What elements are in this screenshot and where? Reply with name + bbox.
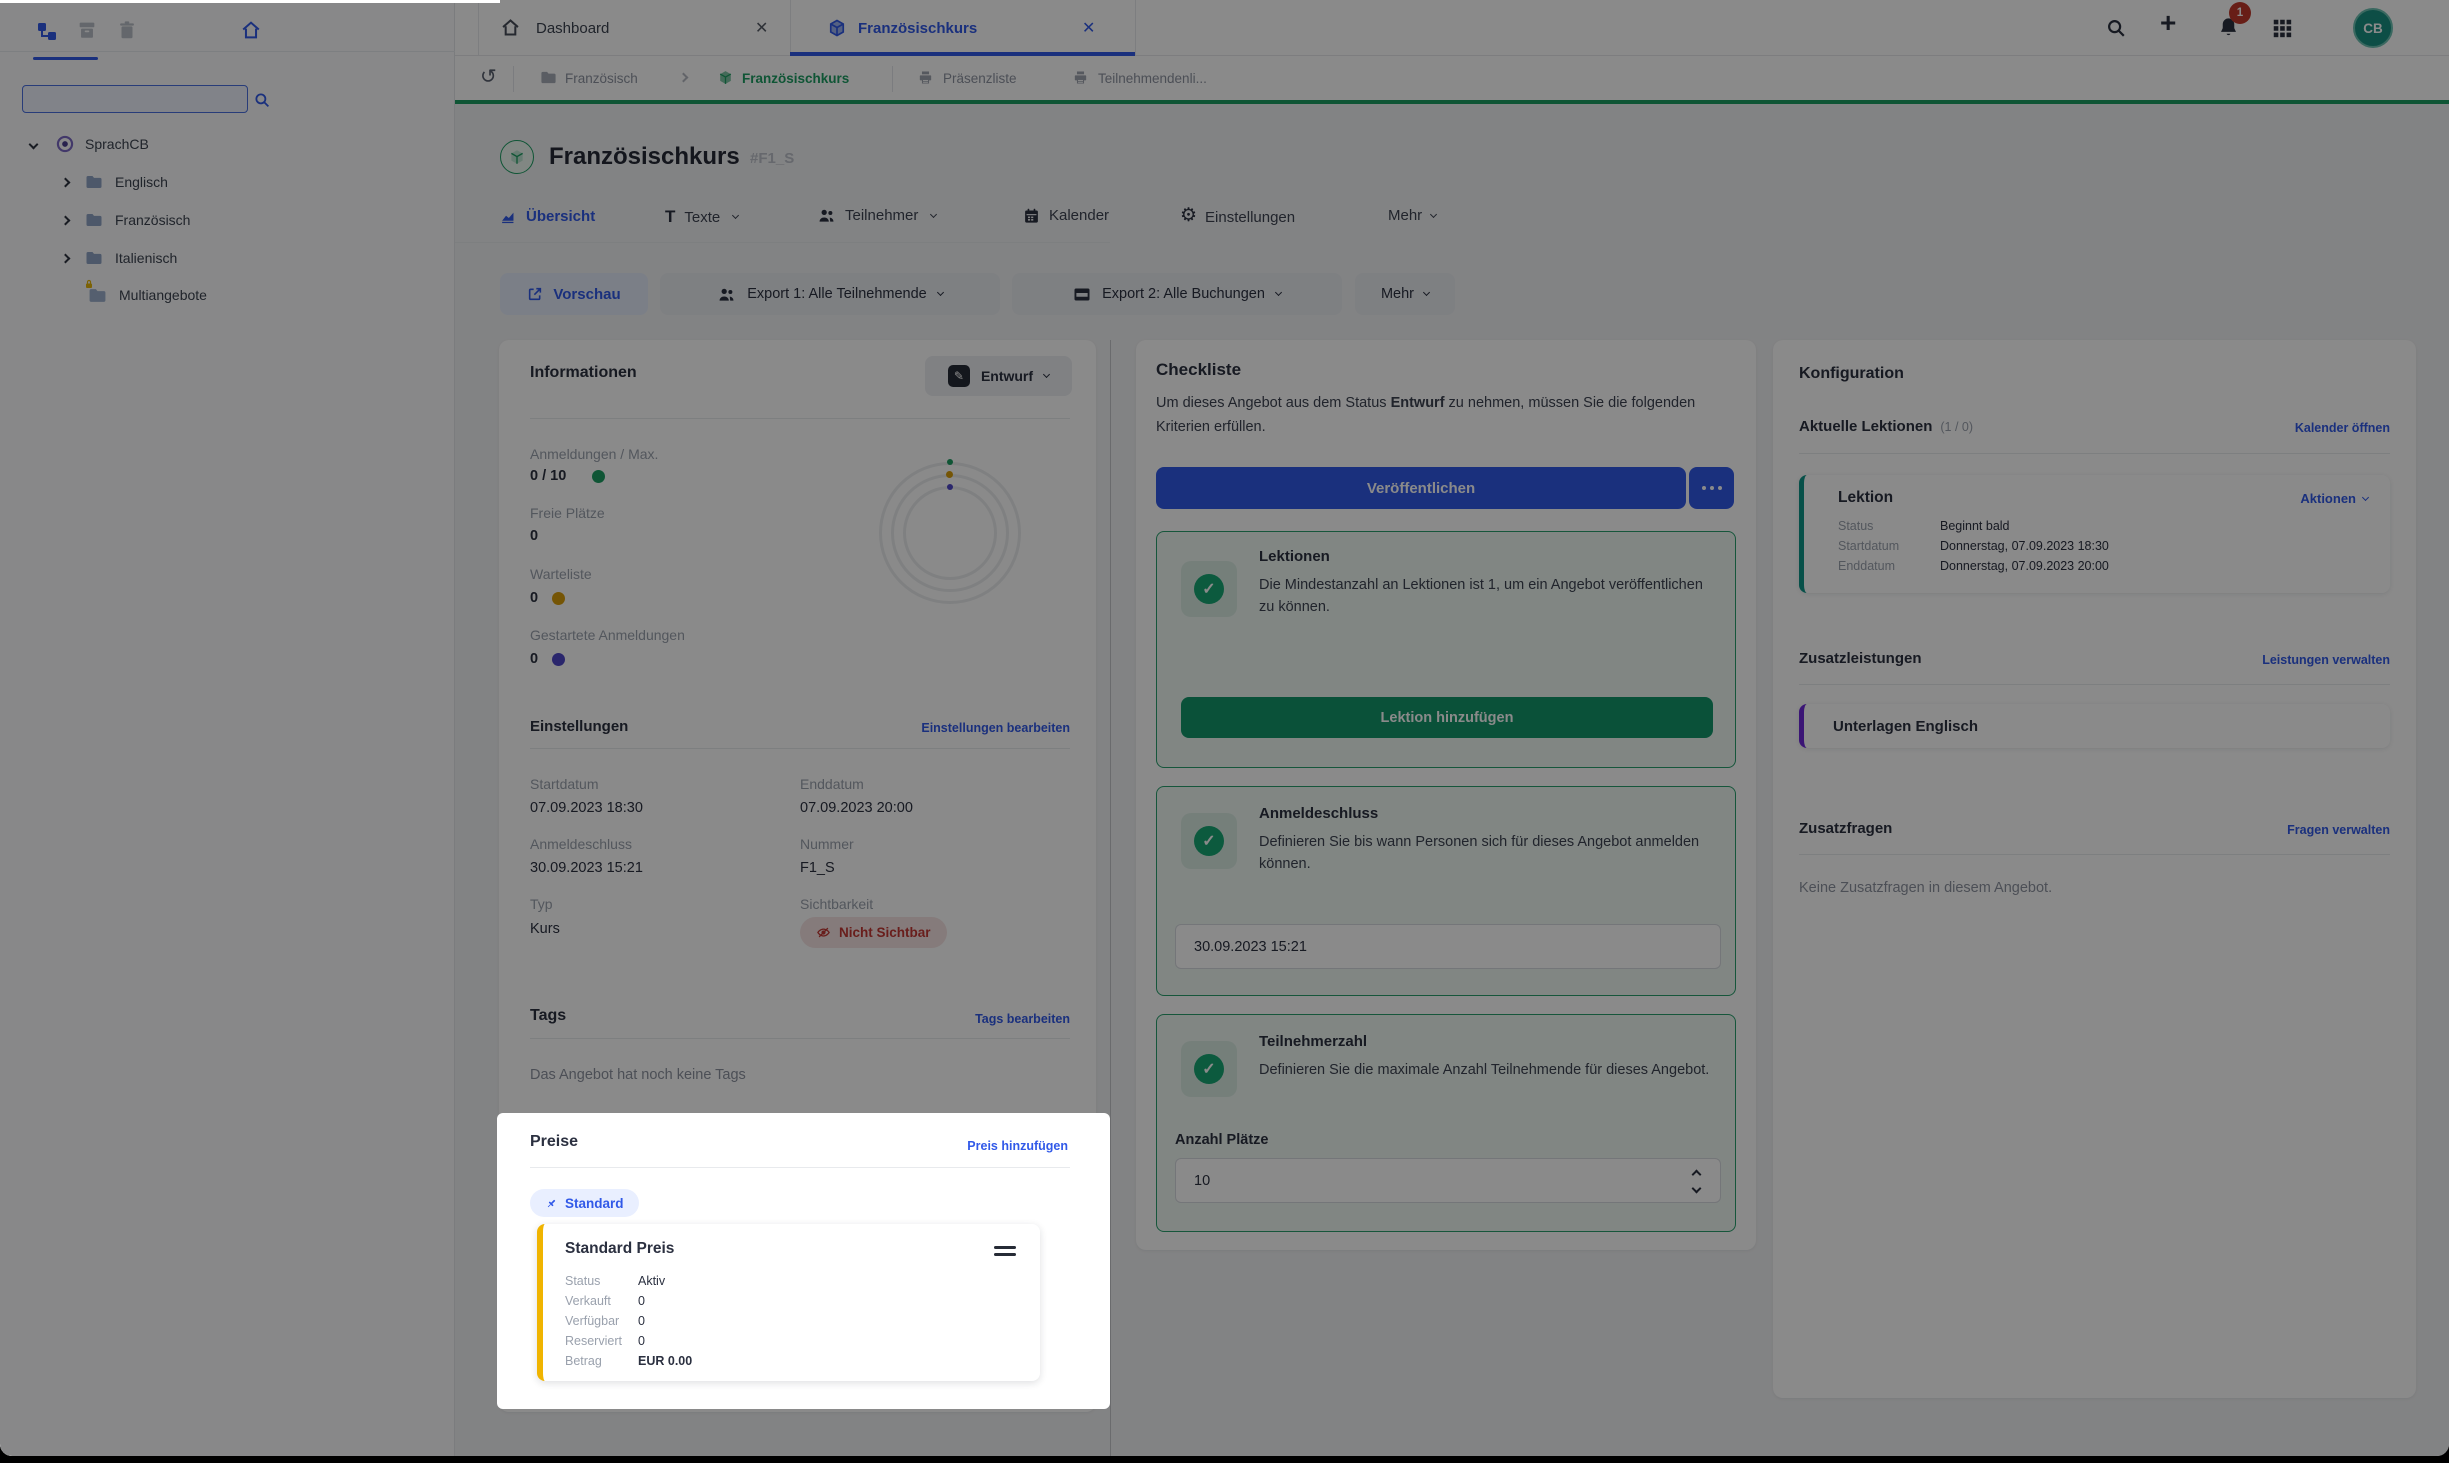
drag-handle-icon[interactable] — [994, 1246, 1016, 1256]
add-price-link[interactable]: Preis hinzufügen — [967, 1139, 1068, 1153]
top-highlight-strip — [0, 0, 500, 3]
row-value: 0 — [638, 1334, 645, 1348]
price-card: Standard Preis Status Aktiv Verkauft 0 V… — [537, 1224, 1040, 1381]
pin-icon — [545, 1197, 558, 1210]
row-label: Reserviert — [565, 1334, 622, 1348]
row-value: EUR 0.00 — [638, 1354, 693, 1368]
row-value: Aktiv — [638, 1274, 666, 1288]
row-label: Status — [565, 1274, 601, 1288]
price-card-title: Standard Preis — [565, 1240, 675, 1257]
row-label: Verkauft — [565, 1294, 611, 1308]
app-window: SprachCB Englisch Französisch Multiangeb… — [0, 0, 2449, 1456]
divider — [530, 1167, 1070, 1168]
row-label: Betrag — [565, 1354, 602, 1368]
row-value: 0 — [638, 1294, 645, 1308]
tour-dim-overlay[interactable] — [0, 0, 2449, 1456]
preise-spotlight: Preise Preis hinzufügen Standard Standar… — [497, 1113, 1110, 1409]
row-value: 0 — [638, 1314, 645, 1328]
row-label: Verfügbar — [565, 1314, 620, 1328]
section-title: Preise — [530, 1133, 579, 1150]
price-type-pill[interactable]: Standard — [530, 1189, 639, 1217]
screen: SprachCB Englisch Französisch Multiangeb… — [0, 0, 2449, 1463]
